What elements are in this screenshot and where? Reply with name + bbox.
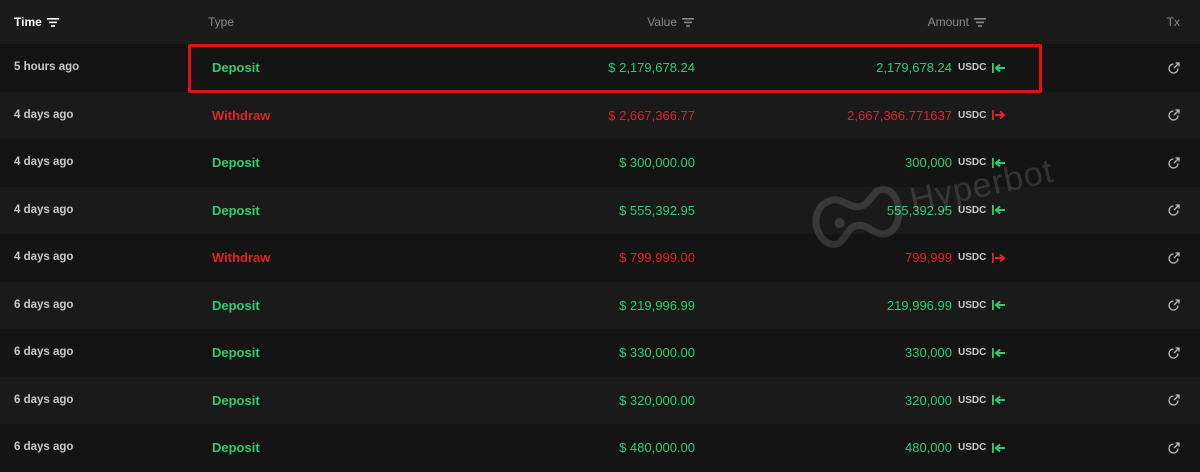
row-unit: USDC [958,347,987,358]
row-value: $ 2,667,366.77 [608,107,695,123]
time-column-header[interactable]: Time [14,0,59,44]
transactions-table: Time Type Value Amount Tx 5 hours ago Dep… [0,0,1200,472]
arrow-in-icon [992,282,1006,329]
row-type: Deposit [212,155,260,170]
row-value: $ 300,000.00 [619,155,695,170]
external-link-icon[interactable] [1168,329,1180,376]
arrow-out-icon [992,92,1006,139]
row-type: Withdraw [212,107,271,123]
row-unit: USDC [958,299,987,311]
external-link-icon[interactable] [1168,139,1180,186]
amount-column-header[interactable]: Amount [928,0,986,44]
row-time: 6 days ago [14,346,74,358]
row-value: $ 219,996.99 [619,297,695,313]
filter-icon[interactable] [682,17,694,27]
row-amount: 799,999 [905,250,952,265]
type-header-label: Type [208,15,235,29]
row-unit: USDC [958,252,987,263]
tx-column-header: Tx [1167,0,1180,44]
table-row: 4 days ago Deposit $ 555,392.95 555,392.95 U… [0,186,1200,234]
row-unit: USDC [958,204,987,216]
row-type: Deposit [212,392,260,408]
amount-header-label: Amount [927,15,969,29]
row-time: 6 days ago [14,298,74,311]
row-amount: 555,392.95 [886,202,952,218]
table-row: 4 days ago Withdraw $ 2,667,366.77 2,667,36… [0,91,1200,139]
external-link-icon[interactable] [1168,187,1180,234]
table-row: 6 days ago Deposit $ 219,996.99 219,996.99 U… [0,281,1200,329]
row-value: $ 330,000.00 [619,345,695,360]
row-value: $ 480,000.00 [619,440,695,455]
type-column-header: Type [208,0,234,44]
external-link-icon[interactable] [1168,377,1180,424]
external-link-icon[interactable] [1168,282,1180,329]
row-value: $ 2,179,678.24 [608,60,695,75]
row-unit: USDC [958,394,987,406]
arrow-in-icon [992,377,1006,424]
table-body: 5 hours ago Deposit $ 2,179,678.24 2,179,67… [0,44,1200,472]
filter-icon[interactable] [46,17,59,27]
row-type: Deposit [212,345,260,360]
table-row: 6 days ago Deposit $ 320,000.00 320,000 USDC [0,376,1200,424]
table-row: 5 hours ago Deposit $ 2,179,678.24 2,179,67… [0,44,1200,92]
row-value: $ 320,000.00 [619,392,695,408]
row-unit: USDC [958,157,987,168]
row-time: 5 hours ago [14,61,80,73]
row-time: 4 days ago [14,156,74,168]
row-unit: USDC [958,109,987,121]
arrow-in-icon [992,187,1006,234]
external-link-icon[interactable] [1168,44,1180,91]
row-amount: 219,996.99 [886,297,952,313]
row-time: 6 days ago [14,393,74,406]
row-time: 4 days ago [14,203,74,216]
row-time: 4 days ago [14,251,74,263]
filter-icon[interactable] [974,17,986,27]
table-row: 4 days ago Deposit $ 300,000.00 300,000 USDC [0,139,1200,187]
time-header-label: Time [14,15,42,29]
table-row: 6 days ago Deposit $ 480,000.00 480,000 USDC [0,424,1200,472]
row-value: $ 555,392.95 [619,202,695,218]
row-type: Deposit [212,297,260,313]
table-header: Time Type Value Amount Tx [0,0,1200,44]
external-link-icon[interactable] [1168,234,1180,281]
row-type: Deposit [212,440,260,455]
value-header-label: Value [647,15,677,29]
row-amount: 320,000 [905,392,952,408]
row-time: 4 days ago [14,108,74,121]
row-type: Deposit [212,60,260,75]
row-type: Deposit [212,202,260,218]
external-link-icon[interactable] [1168,424,1180,471]
row-unit: USDC [958,442,987,453]
row-amount: 2,667,366.771637 [847,107,952,123]
row-value: $ 799,999.00 [619,250,695,265]
row-amount: 480,000 [905,440,952,455]
row-type: Withdraw [212,250,271,265]
table-row: 6 days ago Deposit $ 330,000.00 330,000 USDC [0,329,1200,377]
arrow-in-icon [992,329,1006,376]
arrow-out-icon [992,234,1006,281]
row-amount: 330,000 [905,345,952,360]
row-time: 6 days ago [14,441,74,453]
value-column-header[interactable]: Value [647,0,694,44]
arrow-in-icon [992,139,1006,186]
row-amount: 300,000 [905,155,952,170]
tx-header-label: Tx [1166,15,1180,29]
arrow-in-icon [992,424,1006,471]
table-row: 4 days ago Withdraw $ 799,999.00 799,999 USD… [0,234,1200,282]
arrow-in-icon [992,44,1006,91]
external-link-icon[interactable] [1168,92,1180,139]
row-unit: USDC [958,62,987,73]
row-amount: 2,179,678.24 [876,60,952,75]
